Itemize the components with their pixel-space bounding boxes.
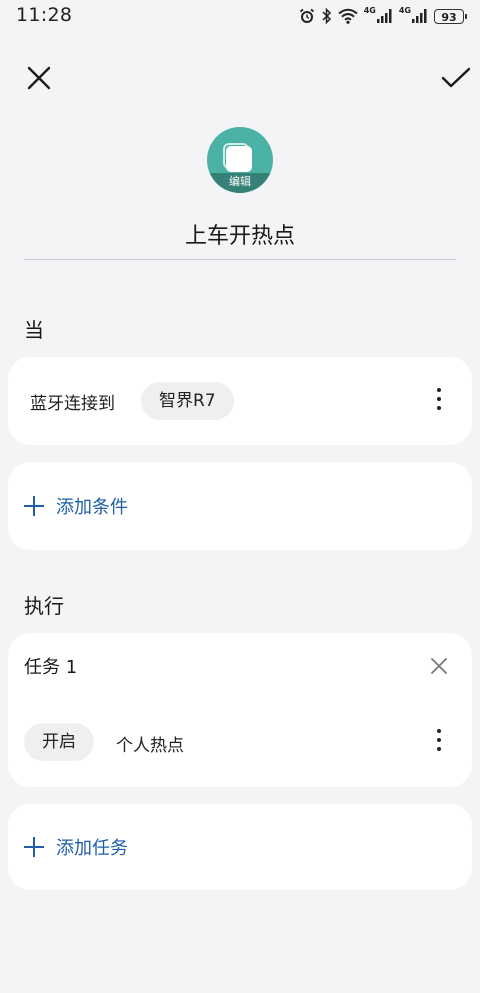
check-icon: [441, 67, 471, 88]
status-bar: 11:28 4G 4G 93: [0, 0, 480, 32]
action-target-label: 个人热点: [116, 736, 184, 756]
task-card[interactable]: 任务 1 开启 个人热点: [8, 633, 472, 787]
network-type-label: 4G: [363, 6, 376, 15]
add-task-label: 添加任务: [56, 838, 128, 859]
action-state-chip[interactable]: 开启: [24, 723, 94, 761]
confirm-button[interactable]: [438, 60, 474, 96]
network-type-label: 4G: [398, 6, 411, 15]
add-condition-card[interactable]: 添加条件: [8, 462, 472, 550]
close-icon: [431, 658, 447, 674]
status-time: 11:28: [16, 4, 73, 26]
condition-card[interactable]: 蓝牙连接到 智界R7: [8, 357, 472, 445]
bluetooth-device-chip[interactable]: 智界R7: [141, 382, 234, 420]
add-condition-button[interactable]: 添加条件: [24, 490, 128, 522]
wifi-icon: [338, 8, 358, 24]
add-task-button[interactable]: 添加任务: [24, 831, 128, 863]
bluetooth-icon: [322, 8, 332, 24]
scene-name-input[interactable]: 上车开热点: [24, 220, 456, 258]
condition-label: 蓝牙连接到: [30, 394, 115, 414]
condition-more-icon[interactable]: [427, 384, 451, 414]
signal-icon-sim2: 4G: [398, 6, 428, 23]
add-task-card[interactable]: 添加任务: [8, 804, 472, 890]
scene-card-icon: [226, 146, 252, 172]
add-condition-label: 添加条件: [56, 497, 128, 518]
plus-icon: [24, 837, 44, 857]
signal-icon-sim1: 4G: [363, 6, 393, 23]
when-section-title: 当: [24, 318, 44, 342]
alarm-icon: [298, 7, 316, 25]
close-icon: [27, 66, 51, 90]
battery-icon: 93: [434, 8, 467, 24]
task-more-icon[interactable]: [427, 725, 451, 755]
execute-section-title: 执行: [24, 594, 64, 618]
scene-name-underline: [24, 259, 456, 260]
scene-icon-button[interactable]: 编辑: [207, 127, 273, 193]
edit-icon-label: 编辑: [207, 173, 273, 193]
plus-icon: [24, 496, 44, 516]
close-button[interactable]: [21, 60, 57, 96]
task-title: 任务 1: [24, 657, 78, 678]
status-icons: 4G 4G 93: [298, 6, 467, 26]
delete-task-button[interactable]: [428, 655, 450, 677]
